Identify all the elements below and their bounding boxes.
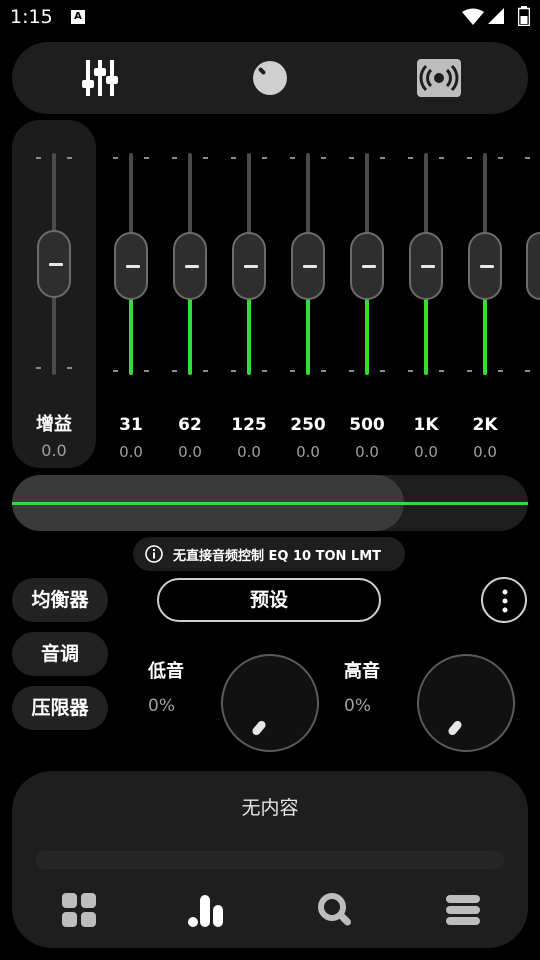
band-frequency-label: 1K — [413, 415, 439, 435]
playback-progress-bar[interactable] — [36, 851, 504, 869]
slider-tick — [408, 370, 413, 372]
band-slider-handle[interactable] — [468, 232, 502, 300]
band-frequency-label: 250 — [290, 415, 326, 435]
band-frequency-label: 500 — [349, 415, 385, 435]
slider-tick — [172, 157, 177, 159]
grid-icon[interactable] — [60, 891, 100, 931]
slider-tick — [172, 370, 177, 372]
slider-tick — [262, 370, 267, 372]
slider-tick — [231, 370, 236, 372]
slider-tick — [231, 157, 236, 159]
search-icon[interactable] — [316, 891, 356, 931]
status-time: 1:15 — [10, 6, 53, 28]
slider-tick — [349, 370, 354, 372]
treble-dial-indicator — [446, 719, 464, 737]
player-panel: 无内容 — [12, 771, 528, 948]
info-icon — [145, 545, 163, 563]
band-gain-value: 0.0 — [473, 443, 497, 461]
band-slider-handle[interactable] — [409, 232, 443, 300]
band-slider-handle[interactable] — [350, 232, 384, 300]
equalizer-button[interactable]: 均衡器 — [12, 578, 108, 622]
bass-value: 0% — [148, 696, 175, 716]
bass-dial-indicator — [250, 719, 268, 737]
band-gain-value: 0.0 — [414, 443, 438, 461]
bass-label: 低音 — [148, 661, 184, 682]
slider-tick — [439, 157, 444, 159]
wifi-icon — [462, 8, 484, 25]
slider-tick — [380, 370, 385, 372]
band-gain-value: 0.0 — [178, 443, 202, 461]
slider-tick — [203, 370, 208, 372]
slider-tick — [262, 157, 267, 159]
band-frequency-label: 62 — [178, 415, 202, 435]
band-slider-handle[interactable] — [114, 232, 148, 300]
menu-icon[interactable] — [444, 891, 484, 931]
equalizer-bars-icon[interactable] — [186, 891, 226, 931]
slider-tick — [467, 157, 472, 159]
slider-tick — [113, 370, 118, 372]
slider-tick — [439, 370, 444, 372]
notification-icon: A — [71, 10, 85, 24]
band-gain-value: 0.0 — [296, 443, 320, 461]
preset-button[interactable]: 预设 — [157, 578, 381, 622]
slider-tick — [290, 157, 295, 159]
gain-value: 0.0 — [41, 441, 67, 460]
surround-speaker-icon[interactable] — [416, 58, 462, 98]
band-frequency-label: 2K — [472, 415, 498, 435]
bass-dial[interactable] — [221, 654, 319, 752]
knob-icon[interactable] — [252, 60, 288, 96]
treble-dial[interactable] — [417, 654, 515, 752]
band-frequency-label: 31 — [119, 415, 143, 435]
slider-tick — [498, 370, 503, 372]
band-slider-handle-partial[interactable] — [526, 232, 540, 300]
slider-tick — [321, 157, 326, 159]
balance-line — [12, 502, 528, 505]
gain-slider-handle[interactable] — [37, 230, 71, 298]
gain-panel: 增益 0.0 — [12, 120, 96, 468]
slider-tick — [408, 157, 413, 159]
slider-tick — [290, 370, 295, 372]
band-slider-handle[interactable] — [173, 232, 207, 300]
more-options-button[interactable] — [481, 577, 527, 623]
slider-tick — [203, 157, 208, 159]
battery-icon — [518, 6, 530, 26]
treble-value: 0% — [344, 696, 371, 716]
slider-tick — [144, 157, 149, 159]
now-playing-title: 无内容 — [241, 797, 299, 819]
slider-tick — [380, 157, 385, 159]
info-pill: 无直接音频控制 EQ 10 TON LMT — [133, 537, 405, 571]
band-gain-value: 0.0 — [237, 443, 261, 461]
slider-tick — [144, 370, 149, 372]
band-slider-handle[interactable] — [291, 232, 325, 300]
limiter-button[interactable]: 压限器 — [12, 686, 108, 730]
band-slider-handle[interactable] — [232, 232, 266, 300]
gain-label: 增益 — [36, 414, 72, 435]
slider-tick — [498, 157, 503, 159]
more-vert-icon — [502, 589, 508, 613]
signal-icon — [488, 8, 504, 24]
slider-tick — [321, 370, 326, 372]
treble-label: 高音 — [344, 661, 380, 682]
info-text: 无直接音频控制 EQ 10 TON LMT — [173, 549, 382, 564]
balance-slider[interactable] — [12, 475, 528, 531]
band-gain-value: 0.0 — [355, 443, 379, 461]
band-frequency-label: 125 — [231, 415, 267, 435]
slider-tick — [467, 370, 472, 372]
tone-button[interactable]: 音调 — [12, 632, 108, 676]
band-gain-value: 0.0 — [119, 443, 143, 461]
slider-tick — [113, 157, 118, 159]
slider-tick — [349, 157, 354, 159]
equalizer-sliders-icon[interactable] — [82, 58, 118, 98]
top-tab-bar — [12, 42, 528, 114]
